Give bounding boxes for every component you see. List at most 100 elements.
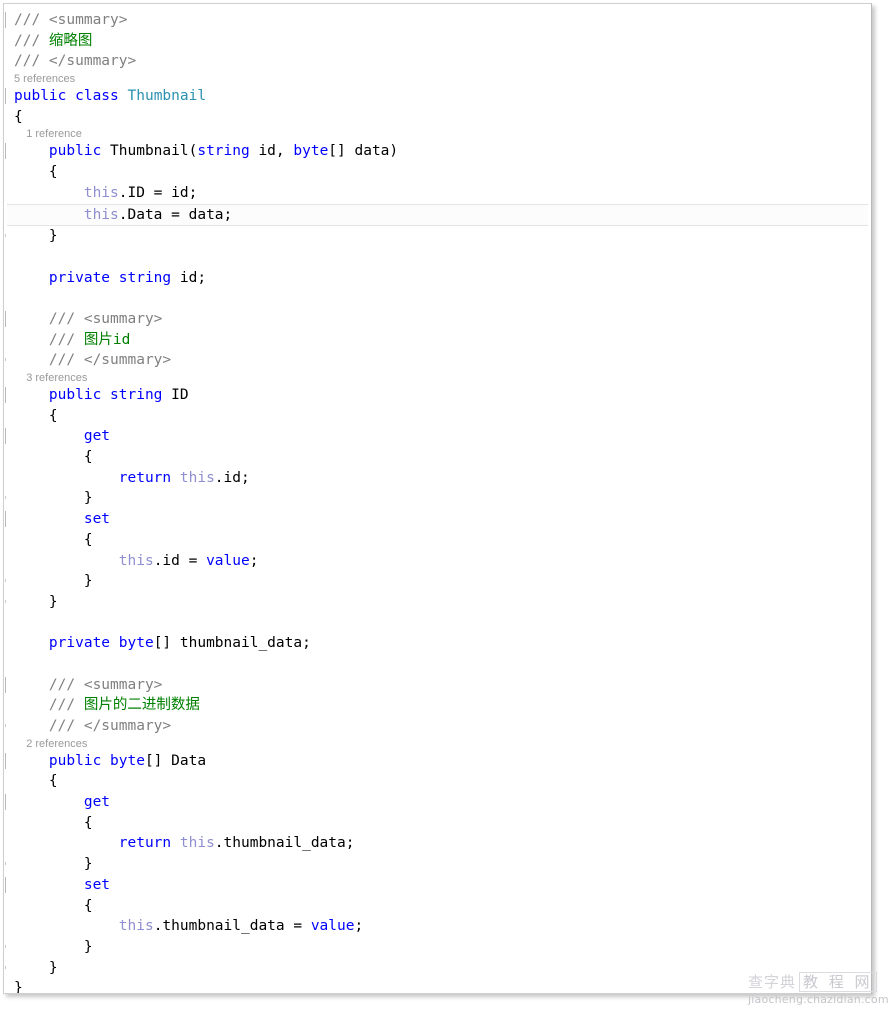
code-token-plain: [14, 511, 84, 527]
code-line[interactable]: }: [4, 978, 871, 994]
code-token-this: this: [180, 835, 215, 851]
code-line[interactable]: get: [4, 426, 871, 447]
code-line[interactable]: {: [4, 530, 871, 551]
code-line[interactable]: {: [4, 896, 871, 917]
codelens-reference-label[interactable]: 5 references: [14, 73, 75, 85]
code-token-plain: }: [14, 490, 93, 506]
code-text-area[interactable]: /// <summary>/// 缩略图/// </summary>5 refe…: [4, 4, 871, 993]
code-token-plain: ;: [354, 918, 363, 934]
code-token-plain: [14, 352, 49, 368]
code-line[interactable]: }: [4, 226, 871, 247]
codelens-reference-line[interactable]: 1 reference: [4, 127, 871, 141]
code-token-plain: [14, 428, 84, 444]
code-line[interactable]: /// </summary>: [4, 51, 871, 72]
code-token-cmt: </summary>: [49, 53, 136, 69]
code-token-kw: string: [197, 143, 258, 159]
code-token-plain: [14, 332, 49, 348]
code-line[interactable]: public Thumbnail(string id, byte[] data): [4, 141, 871, 162]
code-token-cmt: <summary>: [84, 311, 163, 327]
code-line[interactable]: [4, 654, 871, 675]
code-token-plain: {: [14, 109, 23, 125]
code-token-plain: .id;: [215, 470, 250, 486]
code-token-kw: get: [84, 794, 110, 810]
codelens-reference-line[interactable]: 3 references: [4, 371, 871, 385]
code-line[interactable]: set: [4, 509, 871, 530]
code-line[interactable]: get: [4, 792, 871, 813]
code-line[interactable]: [4, 613, 871, 634]
code-line[interactable]: }: [4, 571, 871, 592]
codelens-reference-label[interactable]: 3 references: [14, 372, 87, 384]
codelens-reference-line[interactable]: 5 references: [4, 72, 871, 86]
code-line[interactable]: this.id = value;: [4, 551, 871, 572]
code-token-plain: [] data): [328, 143, 398, 159]
codelens-reference-line[interactable]: 2 references: [4, 737, 871, 751]
code-token-cmt: ///: [49, 352, 84, 368]
code-token-this: this: [119, 918, 154, 934]
code-token-cmt: ///: [14, 53, 49, 69]
code-line[interactable]: }: [4, 937, 871, 958]
code-line[interactable]: {: [4, 406, 871, 427]
code-token-kw: return: [119, 470, 180, 486]
code-line[interactable]: {: [4, 447, 871, 468]
code-token-plain: }: [14, 228, 58, 244]
code-line[interactable]: return this.id;: [4, 468, 871, 489]
code-line[interactable]: }: [4, 958, 871, 979]
code-token-kw: public string: [49, 387, 171, 403]
code-token-plain: .thumbnail_data;: [215, 835, 355, 851]
code-line[interactable]: /// <summary>: [4, 309, 871, 330]
code-token-plain: [14, 718, 49, 734]
codelens-reference-label[interactable]: 1 reference: [14, 128, 82, 140]
code-editor-panel[interactable]: /// <summary>/// 缩略图/// </summary>5 refe…: [3, 3, 872, 994]
code-token-plain: [14, 753, 49, 769]
code-line[interactable]: set: [4, 875, 871, 896]
code-line[interactable]: {: [4, 162, 871, 183]
code-token-plain: {: [14, 449, 93, 465]
code-line[interactable]: {: [4, 813, 871, 834]
code-line[interactable]: return this.thumbnail_data;: [4, 833, 871, 854]
code-line[interactable]: /// <summary>: [4, 10, 871, 31]
code-token-plain: .Data = data;: [119, 207, 233, 223]
code-line[interactable]: private string id;: [4, 268, 871, 289]
code-line[interactable]: this.Data = data;: [7, 204, 868, 227]
code-line[interactable]: /// <summary>: [4, 675, 871, 696]
code-line[interactable]: }: [4, 592, 871, 613]
code-line[interactable]: this.thumbnail_data = value;: [4, 916, 871, 937]
code-token-plain: [14, 387, 49, 403]
code-token-plain: [14, 918, 119, 934]
code-token-plain: }: [14, 856, 93, 872]
codelens-reference-label[interactable]: 2 references: [14, 738, 87, 750]
code-token-kw: set: [84, 511, 110, 527]
code-token-plain: {: [14, 164, 58, 180]
code-token-plain: {: [14, 532, 93, 548]
code-token-this: this: [84, 207, 119, 223]
code-token-plain: [14, 207, 84, 223]
code-line[interactable]: {: [4, 771, 871, 792]
code-line[interactable]: [4, 247, 871, 268]
code-line[interactable]: }: [4, 854, 871, 875]
code-token-plain: }: [14, 980, 23, 994]
code-token-cmt: ///: [49, 697, 84, 713]
code-token-cmt: <summary>: [49, 12, 128, 28]
watermark-url: jiaocheng.chazidian.com: [748, 993, 888, 1006]
code-line[interactable]: [4, 288, 871, 309]
code-line[interactable]: }: [4, 488, 871, 509]
code-line[interactable]: /// 图片id: [4, 330, 871, 351]
code-token-kw: value: [206, 553, 250, 569]
code-line[interactable]: public byte[] Data: [4, 751, 871, 772]
code-line[interactable]: this.ID = id;: [4, 183, 871, 204]
code-line[interactable]: public string ID: [4, 385, 871, 406]
code-line[interactable]: /// </summary>: [4, 716, 871, 737]
code-token-plain: {: [14, 898, 93, 914]
code-token-cmt: ///: [14, 33, 49, 49]
code-token-kw: public class: [14, 88, 128, 104]
code-line[interactable]: /// </summary>: [4, 350, 871, 371]
code-line[interactable]: {: [4, 107, 871, 128]
code-token-plain: id;: [180, 270, 206, 286]
code-token-cmt: <summary>: [84, 677, 163, 693]
code-line[interactable]: /// 图片的二进制数据: [4, 695, 871, 716]
code-line[interactable]: private byte[] thumbnail_data;: [4, 633, 871, 654]
code-line[interactable]: public class Thumbnail: [4, 86, 871, 107]
code-token-kw: byte: [293, 143, 328, 159]
code-token-plain: ID: [171, 387, 188, 403]
code-line[interactable]: /// 缩略图: [4, 31, 871, 52]
